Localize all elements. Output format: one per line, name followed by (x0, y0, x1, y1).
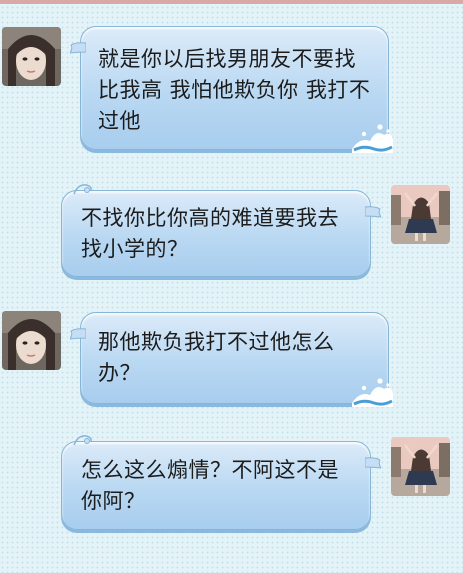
wave-splash-icon (352, 378, 393, 407)
girl-face-avatar-image (2, 27, 61, 86)
message-text: 怎么这么煽情？不阿这不是你阿？ (81, 458, 339, 513)
bubble-tail-icon (70, 328, 86, 340)
bubble-curl-icon (73, 435, 92, 446)
girl-face-avatar-image (2, 311, 61, 370)
avatar-girl-face[interactable] (2, 311, 61, 370)
bubble-tail-icon (70, 42, 86, 54)
wave-splash-icon (352, 124, 393, 153)
message-bubble-outgoing[interactable]: 怎么这么煽情？不阿这不是你阿？ (61, 435, 381, 530)
avatar-girl-face[interactable] (2, 27, 61, 86)
message-text: 就是你以后找男朋友不要找比我高 我怕他欺负你 我打不过他 (98, 47, 371, 133)
message-text: 不找你比你高的难道要我去找小学的？ (81, 206, 339, 261)
chat-conversation: 就是你以后找男朋友不要找比我高 我怕他欺负你 我打不过他 不找你比你高的难道要我… (0, 0, 463, 573)
message-bubble-incoming[interactable]: 就是你以后找男朋友不要找比我高 我怕他欺负你 我打不过他 (70, 26, 393, 153)
girl-back-avatar-image (391, 437, 450, 496)
bubble-tail-icon (365, 457, 381, 469)
message-bubble-outgoing[interactable]: 不找你比你高的难道要我去找小学的？ (61, 184, 381, 277)
girl-back-avatar-image (391, 185, 450, 244)
message-bubble-incoming[interactable]: 那他欺负我打不过他怎么办？ (70, 312, 393, 407)
bubble-curl-icon (73, 184, 92, 195)
message-text: 那他欺负我打不过他怎么办？ (98, 330, 335, 385)
avatar-girl-back[interactable] (391, 437, 450, 496)
avatar-girl-back[interactable] (391, 185, 450, 244)
bubble-tail-icon (365, 206, 381, 218)
